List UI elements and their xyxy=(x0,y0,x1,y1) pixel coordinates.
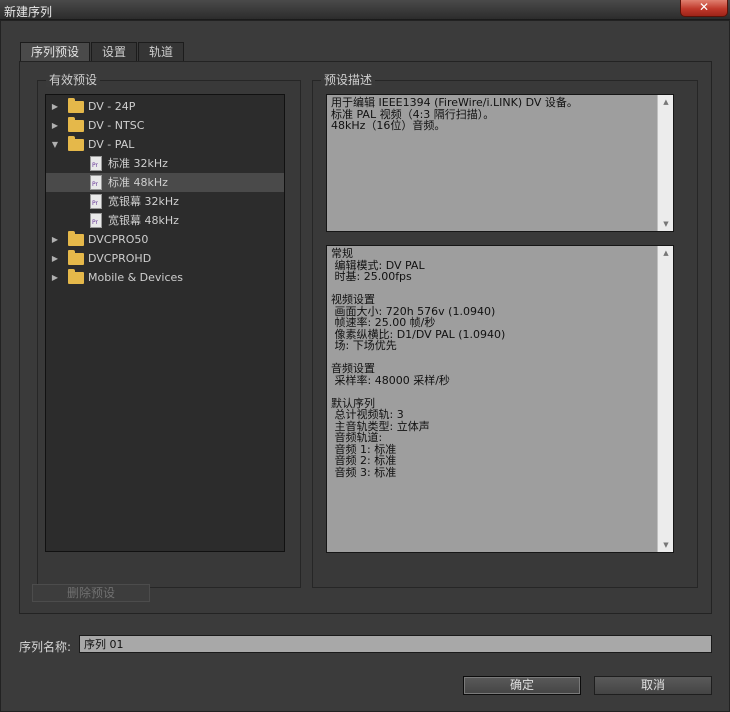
tab-bar: 序列预设 设置 轨道 xyxy=(20,42,185,62)
scroll-up-arrow-icon[interactable]: ▲ xyxy=(658,246,674,260)
expand-arrow-icon[interactable]: ▶ xyxy=(50,249,60,268)
sequence-name-label: 序列名称: xyxy=(19,640,72,654)
expand-arrow-icon[interactable]: ▶ xyxy=(50,268,60,287)
tree-preset-widescreen-32khz[interactable]: 宽银幕 32kHz xyxy=(46,192,284,211)
delete-preset-button[interactable]: 删除预设 xyxy=(32,584,150,602)
available-presets-label: 有效预设 xyxy=(46,74,101,87)
folder-icon xyxy=(68,231,84,246)
expand-arrow-icon[interactable]: ▶ xyxy=(50,116,60,135)
premiere-preset-icon xyxy=(90,194,102,209)
sequence-name-input[interactable] xyxy=(79,635,712,653)
detail-line: 音频 3: 标准 xyxy=(331,465,397,479)
close-button[interactable]: ✕ xyxy=(680,0,728,17)
premiere-preset-icon xyxy=(90,175,102,190)
new-sequence-dialog: 序列预设 设置 轨道 有效预设 预设描述 删除预设 ▶ DV - 24P ▶ D… xyxy=(0,20,730,712)
tree-folder-dv-24p[interactable]: ▶ DV - 24P xyxy=(46,97,284,116)
tree-preset-widescreen-48khz[interactable]: 宽银幕 48kHz xyxy=(46,211,284,230)
detail-line: 音频轨道: xyxy=(331,431,383,444)
expand-arrow-icon[interactable]: ▶ xyxy=(50,97,60,116)
detail-line: ​ xyxy=(331,283,669,295)
premiere-preset-icon xyxy=(90,156,102,171)
tree-folder-dvcpro50[interactable]: ▶ DVCPRO50 xyxy=(46,230,284,249)
tree-folder-mobile-devices[interactable]: ▶ Mobile & Devices xyxy=(46,268,284,287)
title-bar: 新建序列 ✕ xyxy=(0,0,730,20)
collapse-arrow-icon[interactable]: ▼ xyxy=(50,135,60,154)
ok-button[interactable]: 确定 xyxy=(463,676,581,695)
folder-icon xyxy=(68,269,84,284)
tree-preset-standard-48khz[interactable]: 标准 48kHz xyxy=(46,173,284,192)
detail-line: 场: 下场优先 xyxy=(331,339,397,352)
expand-arrow-icon[interactable]: ▶ xyxy=(50,230,60,249)
tree-folder-dvcprohd[interactable]: ▶ DVCPROHD xyxy=(46,249,284,268)
cancel-button[interactable]: 取消 xyxy=(594,676,712,695)
folder-icon xyxy=(68,98,84,113)
detail-line: 采样率: 48000 采样/秒 xyxy=(331,373,450,387)
detail-line: ​ xyxy=(331,386,669,398)
scroll-down-arrow-icon[interactable]: ▼ xyxy=(658,538,674,552)
preset-details-box[interactable]: 常规 编辑模式: DV PAL 时基: 25.00fps ​ 视频设置 画面大小… xyxy=(326,245,674,553)
tree-folder-dv-pal[interactable]: ▼ DV - PAL xyxy=(46,135,284,154)
close-icon: ✕ xyxy=(698,0,710,14)
preset-tree[interactable]: ▶ DV - 24P ▶ DV - NTSC ▼ DV - PAL 标准 32k… xyxy=(45,94,285,552)
folder-icon xyxy=(68,250,84,265)
premiere-preset-icon xyxy=(90,213,102,228)
detail-line: 总计视频轨: 3 xyxy=(331,408,404,421)
detail-line: 音频 2: 标准 xyxy=(331,454,397,467)
detail-line: 常规 xyxy=(331,247,353,260)
detail-line: 帧速率: 25.00 帧/秒 xyxy=(331,316,436,329)
window-title: 新建序列 xyxy=(4,5,53,19)
details-scrollbar[interactable]: ▲ ▼ xyxy=(657,246,673,552)
summary-line: 48kHz（16位）音频。 xyxy=(331,119,446,132)
scroll-down-arrow-icon[interactable]: ▼ xyxy=(658,217,674,231)
tree-folder-dv-ntsc[interactable]: ▶ DV - NTSC xyxy=(46,116,284,135)
tab-tracks[interactable]: 轨道 xyxy=(138,42,185,62)
detail-line: 视频设置 xyxy=(331,293,375,306)
detail-line: 时基: 25.00fps xyxy=(331,270,412,283)
tab-settings[interactable]: 设置 xyxy=(91,42,138,62)
summary-scrollbar[interactable]: ▲ ▼ xyxy=(657,95,673,231)
folder-icon xyxy=(68,117,84,132)
preset-description-label: 预设描述 xyxy=(321,74,376,87)
scroll-up-arrow-icon[interactable]: ▲ xyxy=(658,95,674,109)
detail-line: 音频设置 xyxy=(331,362,375,375)
folder-icon xyxy=(68,136,84,151)
tab-sequence-presets[interactable]: 序列预设 xyxy=(20,42,91,62)
summary-line: 用于编辑 IEEE1394 (FireWire/i.LINK) DV 设备。 xyxy=(331,96,578,109)
detail-line: ​ xyxy=(331,352,669,364)
tree-preset-standard-32khz[interactable]: 标准 32kHz xyxy=(46,154,284,173)
preset-summary-box[interactable]: 用于编辑 IEEE1394 (FireWire/i.LINK) DV 设备。 标… xyxy=(326,94,674,232)
